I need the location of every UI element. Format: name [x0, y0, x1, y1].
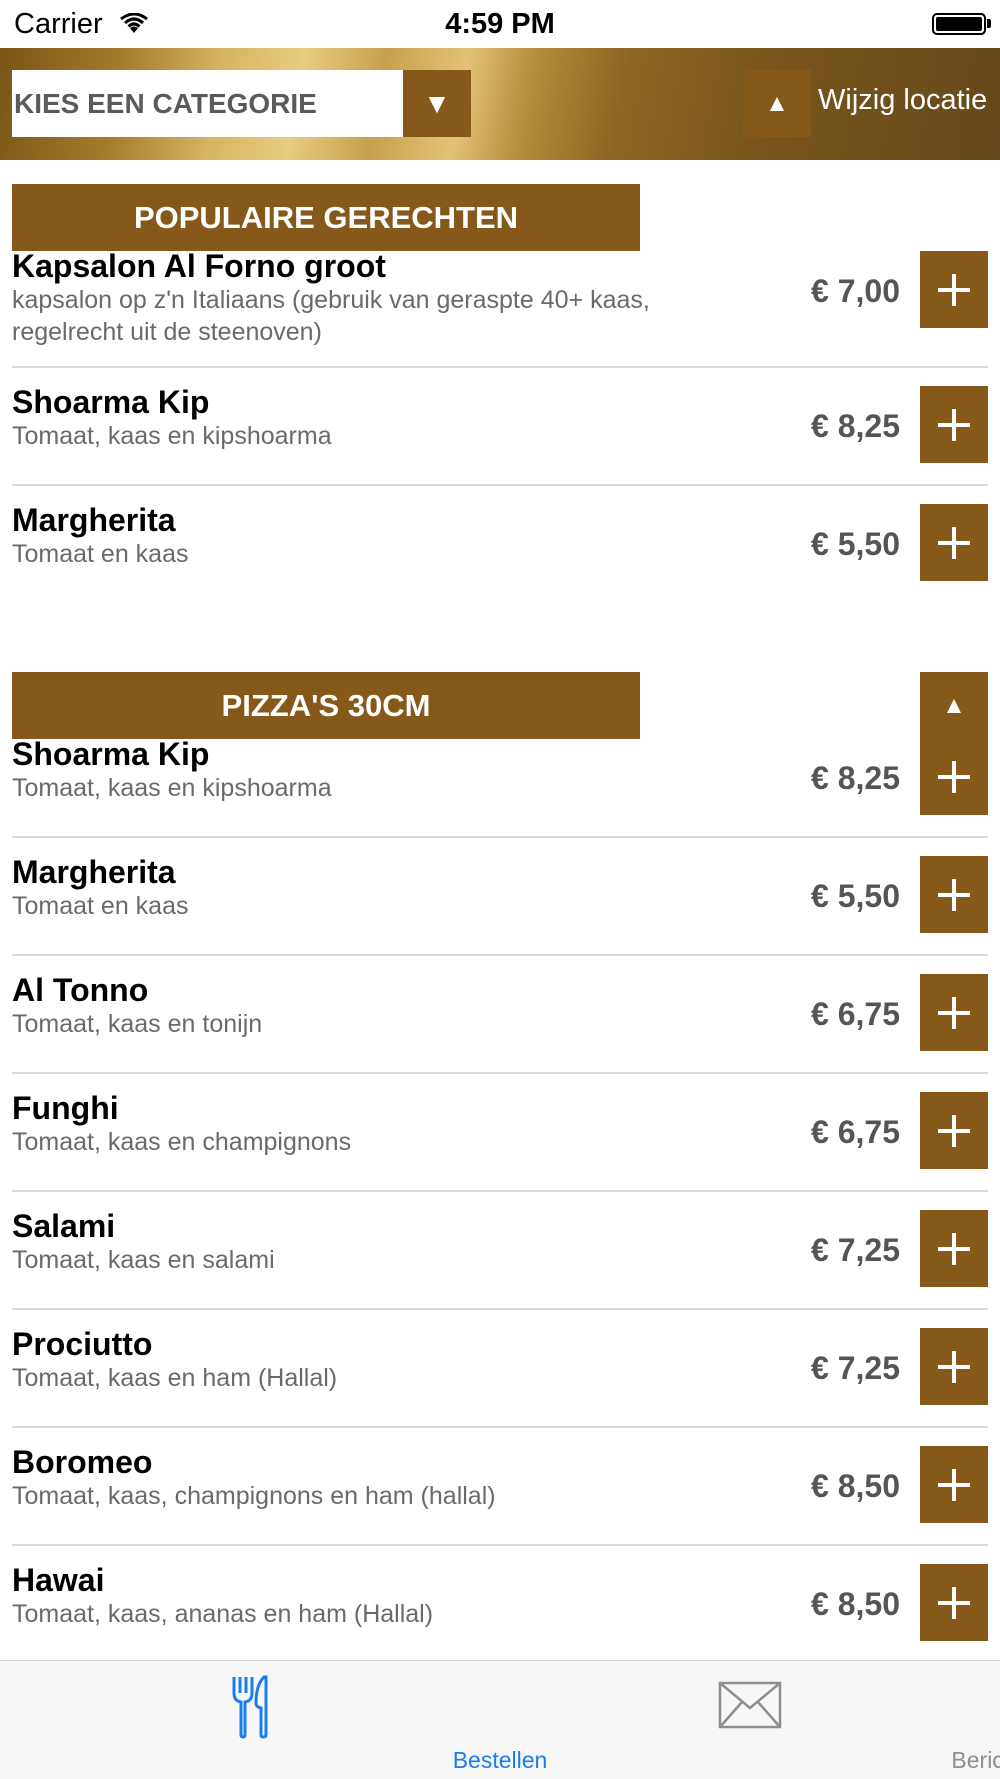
menu-item: Shoarma Kip Tomaat, kaas en kipshoarma € 8…: [0, 736, 1000, 854]
item-description: Tomaat, kaas en tonijn: [12, 1010, 263, 1038]
item-price: € 5,50: [811, 878, 900, 914]
row-divider: [12, 836, 988, 838]
item-price: € 7,25: [811, 1350, 900, 1386]
item-description: Tomaat, kaas en kipshoarma: [12, 422, 332, 450]
add-to-order-button[interactable]: [920, 1564, 988, 1641]
item-description: Tomaat, kaas en kipshoarma: [12, 774, 332, 802]
battery-icon: [932, 13, 986, 35]
battery-tip: [987, 19, 991, 28]
item-price: € 6,75: [811, 996, 900, 1032]
category-dropdown-button[interactable]: ▼: [403, 70, 471, 137]
add-to-order-button[interactable]: [920, 974, 988, 1051]
change-location-link[interactable]: Wijzig locatie: [818, 84, 987, 117]
row-divider: [12, 954, 988, 956]
item-price: € 7,25: [811, 1232, 900, 1268]
section-header: PIZZA'S 30CM: [12, 672, 640, 739]
row-divider: [12, 1308, 988, 1310]
row-divider: [12, 1544, 988, 1546]
tab-berichten-label: Berichten: [951, 1747, 1000, 1773]
item-name: Margherita: [12, 502, 176, 538]
item-price: € 7,00: [811, 273, 900, 309]
item-price: € 8,50: [811, 1586, 900, 1622]
item-price: € 8,50: [811, 1468, 900, 1504]
item-price: € 5,50: [811, 526, 900, 562]
tab-bestellen[interactable]: Bestellen: [0, 1661, 547, 1779]
add-to-order-button[interactable]: [920, 1092, 988, 1169]
row-divider: [12, 1190, 988, 1192]
add-to-order-button[interactable]: [920, 856, 988, 933]
section-collapse-button[interactable]: ▲: [920, 672, 988, 739]
menu-item: Boromeo Tomaat, kaas, champignons en ham …: [0, 1444, 1000, 1562]
item-description: Tomaat, kaas en ham (Hallal): [12, 1364, 338, 1392]
item-name: Funghi: [12, 1090, 119, 1126]
item-description: Tomaat, kaas, champignons en ham (hallal…: [12, 1482, 496, 1510]
item-name: Boromeo: [12, 1444, 153, 1480]
item-description: Tomaat en kaas: [12, 540, 189, 568]
menu-item: Margherita Tomaat en kaas € 5,50: [0, 854, 1000, 972]
category-select[interactable]: KIES EEN CATEGORIE: [12, 70, 403, 137]
item-price: € 8,25: [811, 408, 900, 444]
row-divider: [12, 366, 988, 368]
item-description: Tomaat en kaas: [12, 892, 189, 920]
item-name: Salami: [12, 1208, 116, 1244]
triangle-up-icon: ▲: [765, 90, 789, 117]
fork-knife-icon: [232, 1675, 268, 1739]
item-price: € 6,75: [811, 1114, 900, 1150]
triangle-up-icon: ▲: [942, 692, 966, 719]
add-to-order-button[interactable]: [920, 251, 988, 328]
add-to-order-button[interactable]: [920, 738, 988, 815]
menu-item: Shoarma Kip Tomaat, kaas en kipshoarma € 8…: [0, 384, 1000, 502]
tab-berichten[interactable]: Berichten: [500, 1661, 1000, 1779]
item-name: Hawai: [12, 1562, 105, 1598]
menu-item: Margherita Tomaat en kaas € 5,50: [0, 502, 1000, 620]
menu-list: POPULAIRE GERECHTEN Kapsalon Al Forno gro…: [0, 160, 1000, 1660]
menu-item: Kapsalon Al Forno groot kapsalon op z'n I…: [0, 248, 1000, 384]
add-to-order-button[interactable]: [920, 1446, 988, 1523]
clock: 4:59 PM: [445, 8, 555, 40]
item-name: Al Tonno: [12, 972, 149, 1008]
section-header: POPULAIRE GERECHTEN: [12, 184, 640, 251]
row-divider: [12, 484, 988, 486]
menu-item: Al Tonno Tomaat, kaas en tonijn € 6,75: [0, 972, 1000, 1090]
row-divider: [12, 1072, 988, 1074]
item-description: kapsalon op z'n Italiaans (gebruik van g…: [12, 286, 650, 346]
status-bar: Carrier 4:59 PM: [0, 0, 1000, 48]
item-price: € 8,25: [811, 760, 900, 796]
add-to-order-button[interactable]: [920, 504, 988, 581]
tab-bar: Bestellen Berichten: [0, 1660, 1000, 1779]
menu-item: Hawai Tomaat, kaas, ananas en ham (Hallal…: [0, 1562, 1000, 1660]
item-name: Margherita: [12, 854, 176, 890]
item-description: Tomaat, kaas en salami: [12, 1246, 275, 1274]
menu-item: Funghi Tomaat, kaas en champignons € 6,75: [0, 1090, 1000, 1208]
add-to-order-button[interactable]: [920, 386, 988, 463]
item-name: Prociutto: [12, 1326, 153, 1362]
row-divider: [12, 1426, 988, 1428]
header-bar: KIES EEN CATEGORIE ▼ ▲ Wijzig locatie: [0, 48, 1000, 160]
item-description: Tomaat, kaas, ananas en ham (Hallal): [12, 1600, 434, 1628]
item-name: Kapsalon Al Forno groot: [12, 248, 386, 284]
menu-item: Prociutto Tomaat, kaas en ham (Hallal) € 7…: [0, 1326, 1000, 1444]
item-description: Tomaat, kaas en champignons: [12, 1128, 352, 1156]
item-name: Shoarma Kip: [12, 736, 210, 772]
location-toggle-button[interactable]: ▲: [743, 70, 811, 137]
add-to-order-button[interactable]: [920, 1328, 988, 1405]
triangle-down-icon: ▼: [423, 88, 451, 119]
category-select-label: KIES EEN CATEGORIE: [14, 88, 317, 119]
envelope-icon: [718, 1681, 782, 1729]
add-to-order-button[interactable]: [920, 1210, 988, 1287]
item-name: Shoarma Kip: [12, 384, 210, 420]
menu-item: Salami Tomaat, kaas en salami € 7,25: [0, 1208, 1000, 1326]
